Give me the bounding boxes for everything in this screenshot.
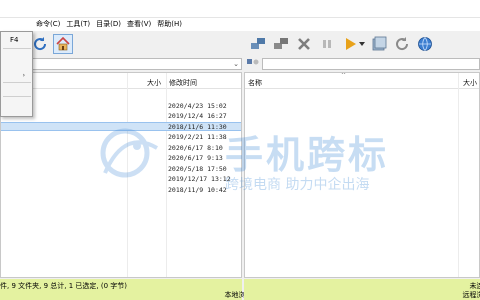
pause-icon	[323, 40, 331, 48]
remote-status-bar: 未连接 远程浏览器	[244, 279, 480, 300]
local-status-bar: 件, 9 文件夹, 9 总计, 1 已选定, (0 字节) 本地浏览器	[0, 279, 260, 300]
close-icon	[298, 38, 310, 50]
remote-list-header: 名称 ^ 大小	[245, 73, 479, 89]
sort-up-icon: ^	[341, 72, 347, 79]
list-item[interactable]: 2020/4/23 15:02	[168, 102, 227, 110]
refresh-button[interactable]	[30, 34, 50, 54]
column-divider	[166, 73, 167, 277]
home-icon	[56, 36, 70, 51]
list-item[interactable]: 2018/11/6 11:30	[168, 123, 227, 131]
menu-separator	[3, 82, 31, 83]
globe-icon	[418, 37, 432, 51]
menu-help[interactable]: 帮助(H)	[154, 18, 185, 31]
folder-nav-icon	[247, 59, 259, 65]
menu-separator	[3, 48, 31, 49]
local-path-input[interactable]: ⌄	[0, 58, 242, 70]
remote-path-input[interactable]	[262, 58, 480, 70]
column-size[interactable]: 大小	[147, 78, 161, 88]
list-item[interactable]: 2020/6/17 9:13	[168, 154, 223, 162]
shortcut-label[interactable]: F4	[10, 36, 18, 44]
home-button[interactable]	[53, 34, 73, 54]
menu-bar: 命令(C) 工具(T) 目录(D) 查看(V) 帮助(H)	[0, 18, 480, 31]
menu-directory[interactable]: 目录(D)	[93, 18, 124, 31]
list-item[interactable]: 2018/11/9 10:42	[168, 186, 227, 194]
command-dropdown-menu: F4 ›	[0, 31, 33, 117]
menu-view[interactable]: 查看(V)	[124, 18, 154, 31]
remote-refresh-button[interactable]	[392, 34, 412, 54]
remote-browser-label: 远程浏览器	[462, 291, 480, 299]
queue-button[interactable]	[369, 34, 389, 54]
column-modified[interactable]: 修改时间	[169, 78, 197, 88]
stop-button[interactable]	[294, 34, 314, 54]
refresh-icon	[34, 37, 47, 51]
connect-button[interactable]	[248, 34, 268, 54]
column-name[interactable]: 名称	[248, 78, 262, 88]
connect-icon	[250, 38, 265, 49]
remote-nav-icons	[247, 58, 261, 70]
column-size[interactable]: 大小	[463, 78, 477, 88]
queue-icon	[372, 36, 387, 51]
menu-tools[interactable]: 工具(T)	[63, 18, 93, 31]
menu-separator	[3, 96, 31, 97]
local-list-header: 大小 修改时间	[1, 73, 241, 89]
play-dropdown[interactable]	[358, 34, 366, 54]
title-bar	[0, 0, 480, 18]
remote-toolbar	[245, 31, 480, 57]
list-item[interactable]: 2020/5/18 17:50	[168, 165, 227, 173]
local-toolbar	[0, 31, 242, 57]
list-item[interactable]: 2019/2/21 11:38	[168, 133, 227, 141]
chevron-down-icon: ⌄	[233, 60, 239, 68]
menu-command[interactable]: 命令(C)	[33, 18, 63, 31]
column-divider	[127, 73, 128, 277]
play-icon	[346, 38, 356, 50]
remote-file-list: 名称 ^ 大小	[244, 72, 480, 278]
list-item[interactable]: 2019/12/4 16:27	[168, 112, 227, 120]
disconnect-button[interactable]	[271, 34, 291, 54]
chevron-down-icon	[359, 42, 365, 46]
refresh-icon	[396, 37, 409, 51]
play-button[interactable]	[340, 34, 360, 54]
local-file-list: 大小 修改时间 2020/4/23 15:02 2019/12/4 16:27 …	[0, 72, 242, 278]
disconnect-icon	[273, 38, 288, 49]
submenu-arrow-icon[interactable]: ›	[23, 72, 25, 79]
column-divider	[458, 73, 459, 277]
remote-site-button[interactable]	[415, 34, 435, 54]
pause-button[interactable]	[317, 34, 337, 54]
list-item[interactable]: 2020/6/17 8:10	[168, 144, 223, 152]
list-item[interactable]: 2019/12/17 13:12	[168, 175, 231, 183]
